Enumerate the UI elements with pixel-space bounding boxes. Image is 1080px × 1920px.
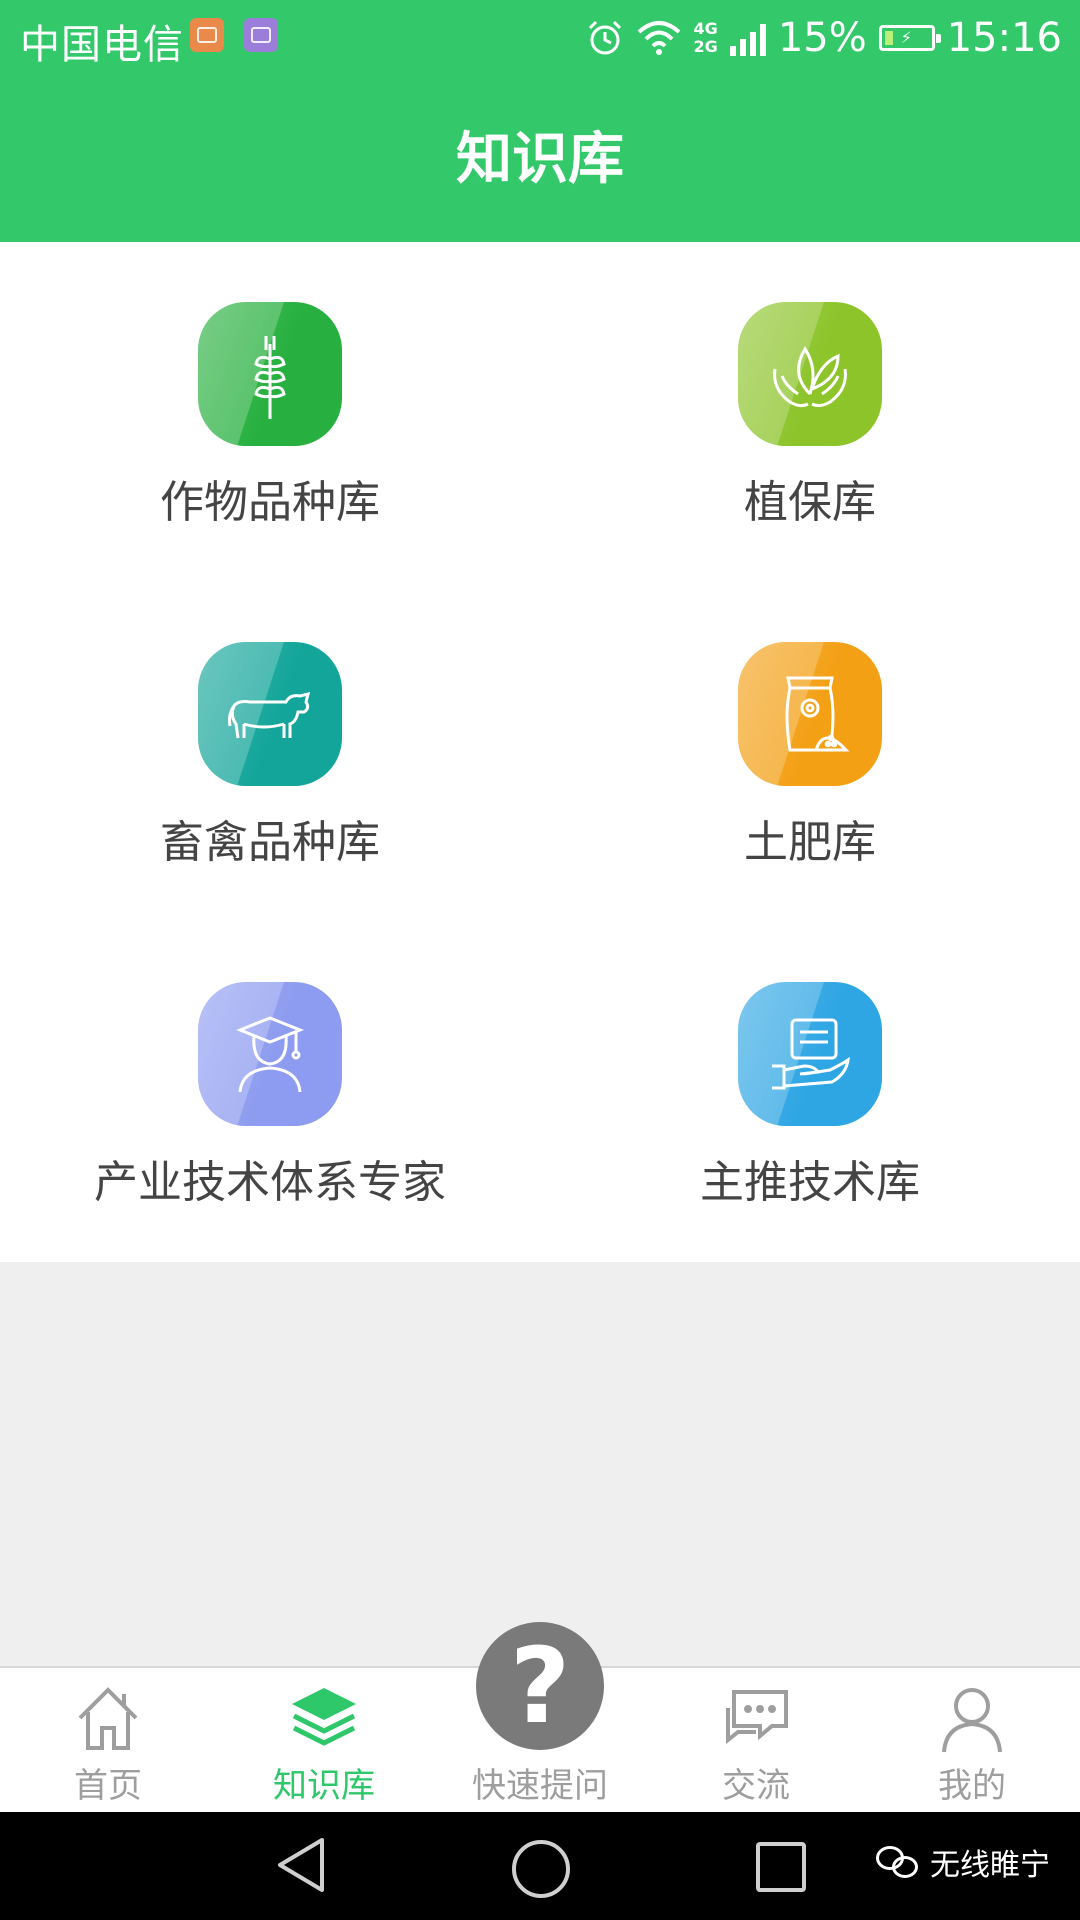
system-navigation-bar: 无线睢宁: [0, 1812, 1080, 1920]
grid-item-label: 产业技术体系专家: [94, 1157, 446, 1208]
grid-item-label: 畜禽品种库: [160, 817, 380, 868]
question-icon[interactable]: ?: [476, 1622, 604, 1750]
cow-icon: [198, 642, 342, 786]
nav-item-community[interactable]: 交流: [648, 1668, 864, 1813]
person-icon: [942, 1688, 1002, 1753]
app-header: 中国电信 4G 2G 15% ⚡ 15:16 知识库: [0, 0, 1080, 242]
gallery-app-icon: [244, 18, 278, 52]
wheat-icon: [198, 302, 342, 446]
nav-label: 我的: [938, 1766, 1006, 1806]
graduate-expert-icon: [198, 982, 342, 1126]
grid-item-label: 土肥库: [744, 817, 876, 868]
nav-label: 首页: [74, 1766, 142, 1806]
grid-item-soil-fertilizer[interactable]: 土肥库: [540, 582, 1080, 922]
watermark-text: 无线睢宁: [930, 1848, 1050, 1883]
grid-item-label: 作物品种库: [160, 477, 380, 528]
grid-item-label: 植保库: [744, 477, 876, 528]
nav-item-knowledge[interactable]: 知识库: [216, 1668, 432, 1813]
plant-in-hands-icon: [738, 302, 882, 446]
battery-percent: 15%: [777, 15, 867, 61]
layers-icon: [292, 1688, 356, 1746]
grid-item-label: 主推技术库: [700, 1157, 920, 1208]
back-icon[interactable]: [274, 1836, 328, 1894]
clock: 15:16: [946, 15, 1062, 61]
network-type: 4G 2G: [693, 19, 718, 56]
page-title: 知识库: [456, 127, 624, 192]
grid-item-crop-variety[interactable]: 作物品种库: [0, 242, 540, 582]
nav-label: 交流: [722, 1766, 790, 1806]
wifi-icon: [637, 21, 680, 55]
watermark: 无线睢宁: [876, 1840, 1050, 1884]
chat-icon: [726, 1690, 788, 1745]
nav-item-home[interactable]: 首页: [0, 1668, 216, 1813]
battery-charging-icon: ⚡: [878, 25, 941, 51]
status-bar: 中国电信 4G 2G 15% ⚡ 15:16: [0, 0, 1080, 76]
tech-card-hand-icon: [738, 982, 882, 1126]
fertilizer-bag-icon: [738, 642, 882, 786]
nav-label: 知识库: [273, 1766, 375, 1806]
nav-label: 快速提问: [472, 1766, 608, 1806]
grid-item-livestock-variety[interactable]: 畜禽品种库: [0, 582, 540, 922]
home-button-icon[interactable]: [512, 1840, 570, 1898]
carrier-name: 中国电信: [20, 22, 184, 68]
knowledge-grid: 作物品种库 植保库 畜禽品种库 土肥库 产业技术体系专家 主推技术库: [0, 242, 1080, 1262]
grid-item-industry-experts[interactable]: 产业技术体系专家: [0, 922, 540, 1262]
home-icon: [78, 1687, 138, 1750]
signal-icon: [729, 20, 766, 56]
health-app-icon: [190, 18, 224, 52]
grid-item-plant-protection[interactable]: 植保库: [540, 242, 1080, 582]
wechat-icon: [876, 1844, 920, 1880]
nav-item-profile[interactable]: 我的: [864, 1668, 1080, 1813]
alarm-icon: [588, 20, 621, 55]
recent-apps-icon[interactable]: [756, 1842, 806, 1892]
grid-item-promoted-tech[interactable]: 主推技术库: [540, 922, 1080, 1262]
